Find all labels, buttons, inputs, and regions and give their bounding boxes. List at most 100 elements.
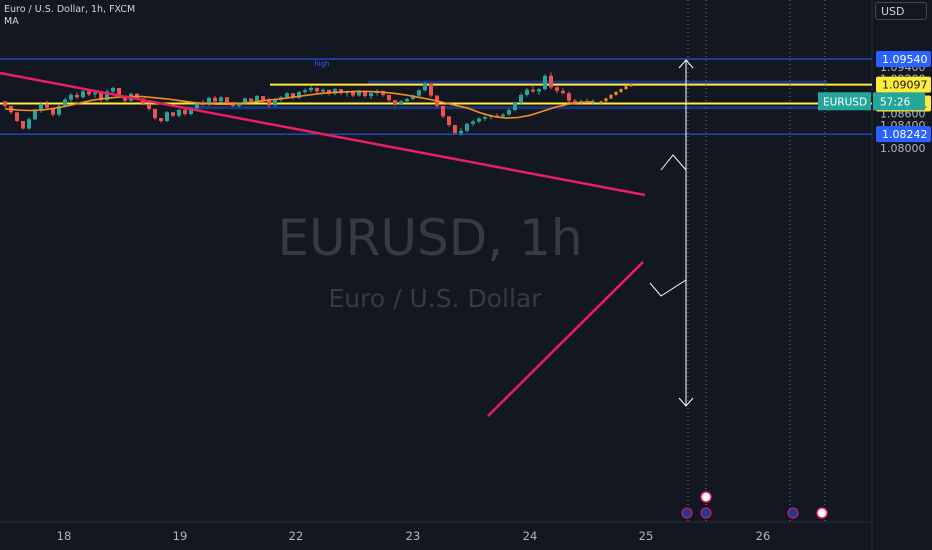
candle-body [177,109,181,116]
watermark-symbol: EURUSD, 1h [277,209,582,267]
candle-body [219,97,223,102]
candle-body [111,87,115,92]
x-tick-label: 25 [639,529,654,543]
candle-body [543,75,547,90]
countdown-text: 57:26 [880,96,911,108]
candle-body [555,87,559,91]
candle-body [255,96,259,102]
price-tag-text: 1.08242 [882,128,928,141]
y-tick-label: 1.08000 [880,142,926,155]
candle-body [525,89,529,95]
x-tick-label: 19 [173,529,188,543]
us-flag-event-icon[interactable] [816,507,828,519]
supply-zone-1 [368,80,827,84]
candle-body [321,89,325,92]
x-tick-label: 18 [57,529,72,543]
candle-body [21,120,25,129]
forecast-candle-body [609,94,613,99]
candle-body [45,104,49,108]
candle-body [153,108,157,119]
candle-body [183,109,187,115]
currency-selector[interactable]: USD [875,2,927,20]
price-axis-tag[interactable]: 1.09540 [876,51,931,67]
candle-body [69,94,73,100]
candle-body [531,89,535,92]
candle-body [537,89,541,92]
x-tick-label: 23 [406,529,421,543]
candle-body [213,97,217,102]
candle-body [393,100,397,105]
supply-zone-2 [180,106,870,110]
candle-body [519,94,523,104]
candle-body [549,75,553,88]
candle-body [303,90,307,93]
candle-body [33,110,37,120]
candle-body [399,101,403,105]
candle-body [459,130,463,134]
candle-body [87,91,91,95]
candle-body [15,112,19,121]
candle-body [429,83,433,96]
candle-body [501,114,505,117]
forecast-peak-marker [660,154,687,171]
candle-body [249,98,253,102]
candle-body [441,105,445,117]
candle-body [477,118,481,122]
chart-root: EURUSD, 1hEuro / U.S. Dollarhigh1.096001… [0,0,932,550]
candle-body [567,93,571,101]
candle-body [285,93,289,98]
candle-body [405,98,409,102]
candle-body [465,123,469,131]
forecast-candle-body [604,98,608,102]
candle-body [561,90,565,94]
x-tick-label: 22 [289,529,304,543]
price-tag-text: 1.09097 [882,79,928,92]
candle-body [573,100,577,103]
watermark-description: Euro / U.S. Dollar [328,284,542,313]
candle-body [171,112,175,116]
candle-body [267,100,271,106]
candle-body [453,125,457,134]
symbol-title[interactable]: Euro / U.S. Dollar, 1h, FXCM [4,4,135,15]
forecast-trough-marker [649,279,687,297]
candle-body [309,87,313,91]
forecast-candle-body [629,83,633,87]
indicator-ma-label[interactable]: MA [4,16,19,27]
candle-body [273,99,277,106]
candle-body [75,94,79,98]
candle-body [315,87,319,92]
symbol-name: EURUSD [823,96,867,108]
candle-body [423,83,427,91]
candle-body [3,101,7,106]
price-tag-text: 1.09540 [882,53,928,66]
candle-body [369,93,373,97]
candle-body [471,121,475,124]
forecast-candle-body [599,101,603,104]
x-tick-label: 24 [523,529,538,543]
us-flag-event-icon[interactable] [700,491,712,503]
candle-body [195,103,199,109]
candle-body [483,116,487,119]
price-axis-tag[interactable]: 1.09097 [876,76,931,93]
candle-body [507,109,511,115]
forecast-candle-body [624,86,628,90]
candle-body [513,103,517,110]
candle-body [447,116,451,126]
candle-body [225,97,229,104]
candle-body [81,91,85,98]
candle-body [63,99,67,106]
price-chart[interactable]: EURUSD, 1hEuro / U.S. Dollarhigh1.096001… [0,0,932,550]
price-axis-tag[interactable]: 1.08242 [876,126,931,143]
high-annotation: high [314,60,329,68]
forecast-candle-body [619,89,623,93]
forecast-candles [599,83,633,105]
economic-event-icon[interactable] [681,507,693,519]
forecast-candle-body [614,92,618,95]
economic-event-icon[interactable] [700,507,712,519]
economic-event-icon[interactable] [787,507,799,519]
candle-body [147,103,151,109]
candle-body [165,112,169,121]
candle-body [417,90,421,96]
candle-body [93,92,97,95]
candle-body [27,119,31,129]
